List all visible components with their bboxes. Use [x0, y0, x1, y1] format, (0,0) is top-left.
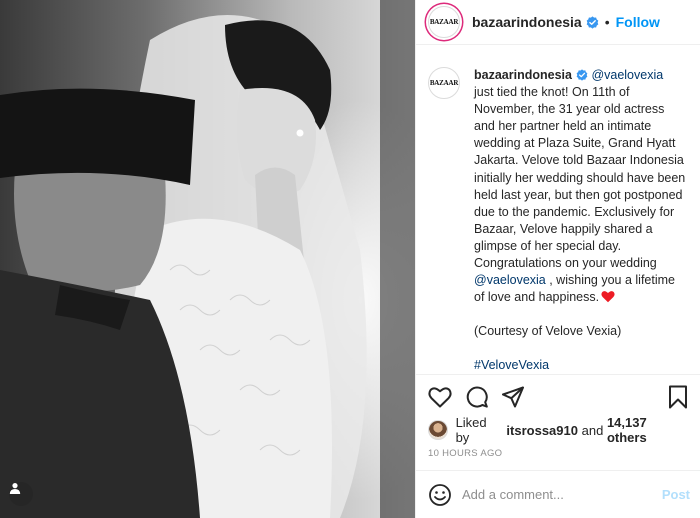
instagram-post: BAZAAR bazaarindonesia • Follow BAZAAR b… — [0, 0, 700, 518]
paper-plane-icon — [502, 386, 524, 407]
comment-input[interactable] — [462, 487, 662, 502]
emoji-button[interactable] — [428, 483, 452, 507]
verified-badge-icon — [576, 69, 588, 81]
follow-button[interactable]: Follow — [616, 14, 660, 30]
heart-outline-icon — [428, 386, 452, 407]
post-photo[interactable] — [0, 0, 415, 518]
mention-link[interactable]: @vaelovexia — [591, 68, 663, 82]
caption-paragraph: bazaarindonesia @vaelovexia just tied th… — [474, 67, 686, 306]
red-heart-emoji-icon — [601, 291, 615, 303]
post-side-panel: BAZAAR bazaarindonesia • Follow BAZAAR b… — [415, 0, 700, 518]
post-header: BAZAAR bazaarindonesia • Follow — [416, 0, 700, 45]
caption-body-text: just tied the knot! On 11th of November,… — [474, 85, 686, 271]
header-separator: • — [604, 14, 610, 30]
likes-joiner: and — [581, 422, 604, 438]
comment-form: Post — [416, 470, 700, 518]
user-tag-icon — [9, 483, 21, 494]
caption-avatar[interactable]: BAZAAR — [428, 67, 460, 99]
caption-section: BAZAAR bazaarindonesia @vaelovexia just … — [416, 45, 700, 374]
comment-button[interactable] — [466, 386, 488, 408]
like-button[interactable] — [428, 386, 452, 408]
caption-text: bazaarindonesia @vaelovexia just tied th… — [474, 67, 686, 374]
save-button[interactable] — [668, 385, 688, 409]
action-bar — [416, 374, 700, 418]
verified-badge-icon — [586, 15, 599, 29]
account-username[interactable]: bazaarindonesia — [472, 14, 582, 30]
smiley-icon — [429, 483, 451, 506]
caption-courtesy: (Courtesy of Velove Vexia) — [474, 324, 622, 339]
avatar-logo-text: BAZAAR — [429, 79, 459, 87]
mention-link[interactable]: @vaelovexia — [474, 273, 546, 287]
liker-avatar[interactable] — [428, 420, 448, 440]
wedding-photo-illustration — [0, 0, 415, 518]
account-avatar[interactable]: BAZAAR — [428, 6, 460, 38]
post-comment-button[interactable]: Post — [662, 487, 690, 502]
comment-bubble-icon — [466, 386, 488, 408]
caption-username[interactable]: bazaarindonesia — [474, 68, 572, 82]
post-timestamp[interactable]: 10 HOURS AGO — [416, 442, 700, 470]
avatar-logo-text: BAZAAR — [429, 18, 459, 26]
user-tag-button[interactable] — [9, 482, 33, 506]
bookmark-icon — [669, 385, 687, 408]
likes-summary: Liked by itsrossa910 and 14,137 others — [416, 415, 700, 445]
share-button[interactable] — [502, 386, 524, 408]
liker-username[interactable]: itsrossa910 — [506, 423, 578, 438]
likes-prefix: Liked by — [455, 415, 487, 445]
hashtag-link[interactable]: #VeloveVexia — [474, 358, 549, 372]
likes-others-link[interactable]: 14,137 others — [607, 415, 688, 445]
